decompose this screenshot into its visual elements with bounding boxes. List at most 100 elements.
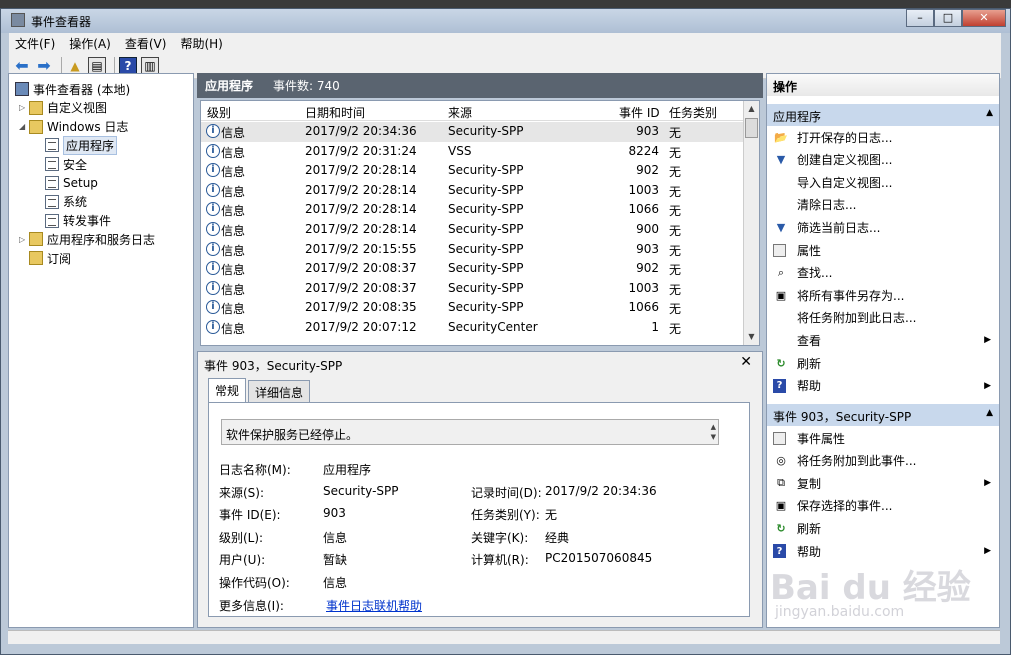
table-row[interactable]: i 信息 2017/9/2 20:31:24 VSS 8224 无 [201, 142, 743, 162]
detail-close-icon[interactable]: ✕ [740, 354, 752, 370]
action-item[interactable]: ▼ 创建自定义视图... [767, 149, 999, 171]
action-item[interactable]: 属性 [767, 239, 999, 261]
table-row[interactable]: i 信息 2017/9/2 20:08:37 Security-SPP 902 无 [201, 259, 743, 279]
forward-arrow-icon[interactable]: ➡ [35, 56, 53, 75]
scroll-up-icon[interactable]: ▲ [744, 101, 759, 117]
copy-icon: ⧉ [777, 476, 785, 490]
action-item[interactable]: ▼ 筛选当前日志... [767, 216, 999, 238]
tree-item[interactable]: ▷ 自定义视图 [19, 99, 107, 117]
message-scroll-icon[interactable]: ▲ ▼ [711, 422, 716, 442]
tree-item[interactable]: 订阅 [19, 249, 71, 267]
refresh-icon: ↻ [776, 356, 786, 370]
minimize-button[interactable]: – [906, 9, 934, 27]
up-folder-icon[interactable]: ▲ [66, 57, 84, 75]
action-item[interactable]: ⌕ 查找... [767, 262, 999, 284]
table-cell: 2017/9/2 20:28:14 [305, 182, 417, 197]
table-cell: Security-SPP [448, 182, 524, 197]
table-cell: 信息 [221, 126, 246, 140]
tab-general[interactable]: 常规 [208, 378, 247, 402]
action-item[interactable]: ? 帮助 ▶ [767, 375, 999, 397]
action-item[interactable]: ⧉ 复制 ▶ [767, 472, 999, 494]
col-task-category[interactable]: 任务类别 [669, 104, 717, 121]
tab-details[interactable]: 详细信息 [248, 380, 311, 402]
col-level[interactable]: 级别 [207, 104, 231, 121]
table-row[interactable]: i 信息 2017/9/2 20:28:14 Security-SPP 1003 无 [201, 181, 743, 201]
show-hide-tree-icon[interactable]: ▤ [88, 56, 106, 75]
table-cell: 信息 [221, 302, 246, 317]
action-item-label: 帮助 [797, 379, 822, 394]
col-datetime[interactable]: 日期和时间 [305, 104, 365, 121]
table-cell: 无 [669, 145, 682, 160]
table-scrollbar[interactable]: ▲ ▼ [743, 101, 759, 345]
table-row[interactable]: i 信息 2017/9/2 20:08:35 Security-SPP 1066 无 [201, 298, 743, 318]
action-item[interactable]: ↻ 刷新 [767, 517, 999, 539]
event-count: 事件数: 740 [273, 79, 340, 93]
action-item[interactable]: ? 帮助 ▶ [767, 540, 999, 562]
table-cell: 8224 [628, 143, 659, 158]
col-source[interactable]: 来源 [448, 104, 472, 121]
actions-section-header[interactable]: 事件 903，Security-SPP ▲ [767, 404, 999, 426]
folder-icon [29, 119, 43, 134]
keywords-value: 经典 [545, 531, 570, 545]
tree-item[interactable]: 转发事件 [35, 212, 111, 230]
maximize-button[interactable]: □ [934, 9, 962, 27]
action-item[interactable]: 清除日志... [767, 194, 999, 216]
tree-item-label: 系统 [63, 195, 88, 210]
online-help-link[interactable]: 事件日志联机帮助 [326, 597, 422, 614]
close-button[interactable]: ✕ [962, 9, 1006, 27]
table-row[interactable]: i 信息 2017/9/2 20:07:12 SecurityCenter 1 无 [201, 318, 743, 338]
menu-view[interactable]: 查看(V) [125, 35, 167, 52]
tree-item[interactable]: ◢ Windows 日志 [19, 118, 128, 136]
log-icon [45, 194, 59, 209]
col-event-id[interactable]: 事件 ID [619, 104, 660, 121]
baidu-watermark-logo: Bai du 经验 [770, 568, 971, 608]
expand-toggle-icon[interactable]: ▷ [19, 235, 29, 244]
help-icon[interactable]: ? [119, 56, 137, 75]
submenu-arrow-icon: ▶ [984, 478, 991, 489]
tree-item-label: 转发事件 [63, 214, 112, 229]
action-item[interactable]: 📂 打开保存的日志... [767, 126, 999, 148]
table-row[interactable]: i 信息 2017/9/2 20:28:14 Security-SPP 1066 无 [201, 200, 743, 220]
tree-item[interactable]: Setup [35, 174, 98, 192]
tree-item[interactable]: 事件查看器 (本地) [15, 80, 130, 98]
action-item[interactable]: ↻ 刷新 [767, 352, 999, 374]
menu-help[interactable]: 帮助(H) [180, 35, 222, 52]
action-item[interactable]: ▣ 将所有事件另存为... [767, 284, 999, 306]
action-item[interactable]: ▣ 保存选择的事件... [767, 495, 999, 517]
submenu-arrow-icon: ▶ [984, 335, 991, 346]
action-item[interactable]: 查看 ▶ [767, 329, 999, 351]
table-row[interactable]: i 信息 2017/9/2 20:08:37 Security-SPP 1003 无 [201, 279, 743, 299]
table-row[interactable]: i 信息 2017/9/2 20:28:14 Security-SPP 902 无 [201, 161, 743, 181]
scroll-thumb[interactable] [745, 118, 758, 138]
action-item[interactable]: 将任务附加到此日志... [767, 307, 999, 329]
expand-toggle-icon[interactable]: ◢ [19, 122, 29, 131]
show-hide-action-pane-icon[interactable]: ▥ [141, 56, 159, 75]
folder-icon [29, 232, 43, 247]
collapse-icon[interactable]: ▲ [986, 108, 993, 118]
actions-header: 操作 [767, 74, 999, 96]
table-row[interactable]: i 信息 2017/9/2 20:15:55 Security-SPP 903 无 [201, 240, 743, 260]
opcode-label: 操作代码(O): [219, 576, 290, 590]
actions-section-header[interactable]: 应用程序 ▲ [767, 104, 999, 126]
action-item-label: 保存选择的事件... [797, 499, 893, 514]
opcode-value: 信息 [323, 576, 348, 590]
tree-item[interactable]: 系统 [35, 193, 87, 211]
sub-icon [29, 251, 43, 266]
action-item[interactable]: 事件属性 [767, 427, 999, 449]
action-item[interactable]: 导入自定义视图... [767, 171, 999, 193]
expand-toggle-icon[interactable]: ▷ [19, 103, 29, 112]
scroll-down-icon[interactable]: ▼ [744, 329, 759, 345]
back-arrow-icon[interactable]: ⬅ [13, 56, 31, 75]
source-label: 来源(S): [219, 486, 265, 500]
tree-item[interactable]: 安全 [35, 155, 87, 173]
tree-item[interactable]: ▷ 应用程序和服务日志 [19, 230, 155, 248]
action-item[interactable]: ◎ 将任务附加到此事件... [767, 450, 999, 472]
collapse-icon[interactable]: ▲ [986, 408, 993, 418]
table-row[interactable]: i 信息 2017/9/2 20:28:14 Security-SPP 900 无 [201, 220, 743, 240]
event-message[interactable]: 软件保护服务已经停止。 ▲ ▼ [221, 419, 719, 445]
tree-item[interactable]: 应用程序 [35, 135, 118, 155]
table-row[interactable]: i 信息 2017/9/2 20:34:36 Security-SPP 903 无 [201, 122, 743, 142]
menu-action[interactable]: 操作(A) [69, 35, 111, 52]
menu-file[interactable]: 文件(F) [15, 35, 55, 52]
table-cell: 1066 [628, 300, 659, 315]
